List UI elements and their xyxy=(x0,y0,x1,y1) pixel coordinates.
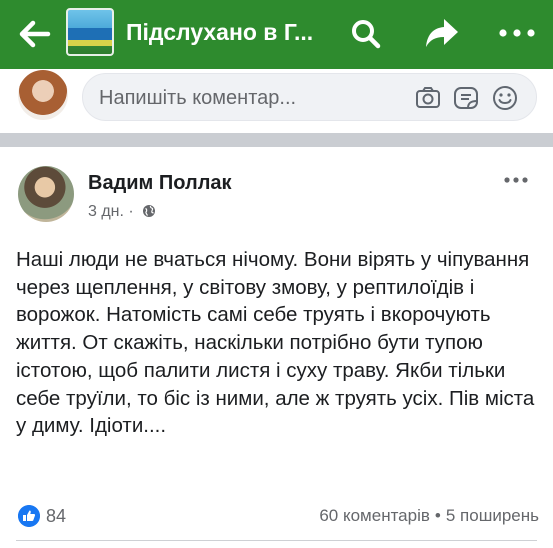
page-title[interactable]: Підслухано в Г... xyxy=(126,19,313,46)
shares-count[interactable]: 5 поширень xyxy=(446,506,539,525)
stats-separator: • xyxy=(434,506,441,525)
camera-icon[interactable] xyxy=(414,84,442,112)
comment-input[interactable]: Напишіть коментар... xyxy=(82,73,537,121)
page-avatar[interactable] xyxy=(66,8,114,56)
reaction-count: 84 xyxy=(46,506,67,526)
post-stats: 60 коментарів • 5 поширень xyxy=(319,506,539,526)
like-icon xyxy=(18,505,40,527)
page-avatar-ribbon xyxy=(68,40,112,46)
page-avatar-band xyxy=(68,28,112,40)
emoji-icon[interactable] xyxy=(491,84,519,112)
post-meta: 3 дн. · xyxy=(88,203,156,221)
app-bar: Підслухано в Г... xyxy=(0,0,553,69)
current-user-avatar[interactable] xyxy=(18,70,68,120)
comments-count[interactable]: 60 коментарів xyxy=(319,506,430,525)
author-avatar[interactable] xyxy=(18,166,74,222)
back-arrow-icon[interactable] xyxy=(14,14,54,54)
post-options-icon[interactable] xyxy=(503,176,529,184)
share-icon[interactable] xyxy=(424,16,460,50)
divider xyxy=(16,540,537,541)
comment-placeholder: Напишіть коментар... xyxy=(99,87,297,109)
meta-separator: · xyxy=(128,203,134,220)
section-separator xyxy=(0,133,553,147)
search-icon[interactable] xyxy=(350,18,382,50)
globe-icon xyxy=(143,205,156,217)
gif-sticker-icon[interactable] xyxy=(452,84,480,112)
more-icon[interactable] xyxy=(497,25,537,41)
post-timestamp[interactable]: 3 дн. xyxy=(88,203,124,220)
post-text: Наші люди не вчаться нічому. Вони вірять… xyxy=(16,248,535,438)
post-author-name[interactable]: Вадим Поллак xyxy=(88,172,232,195)
